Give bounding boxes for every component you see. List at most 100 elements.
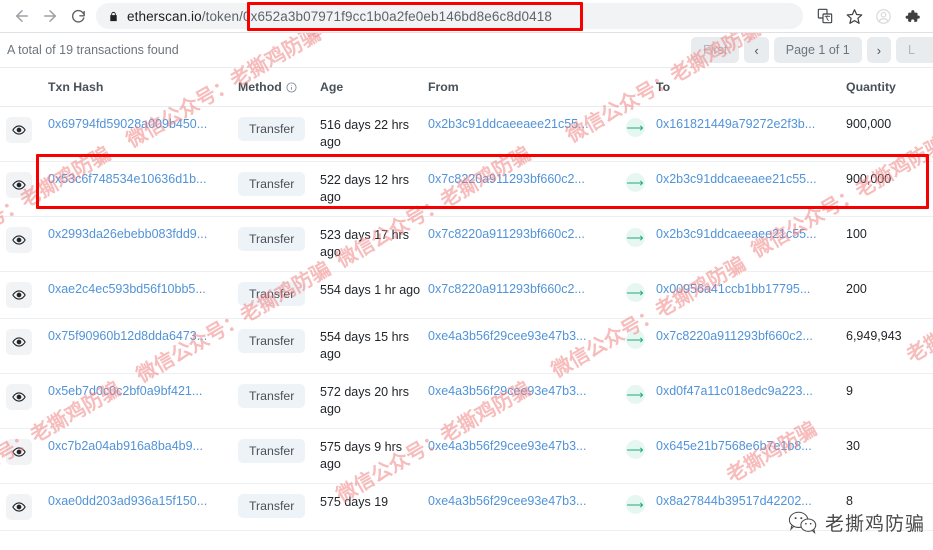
to-address-link[interactable]: 0x161821449a79272e2f3b...	[656, 117, 840, 131]
cell-eye	[0, 106, 48, 162]
cell-txn-hash: 0x69794fd59028a009b450...	[48, 106, 238, 162]
to-address-link[interactable]: 0x8a27844b39517d42202...	[656, 494, 840, 508]
from-address-link[interactable]: 0xe4a3b56f29cee93e47b3...	[428, 329, 614, 343]
back-button[interactable]	[8, 2, 36, 30]
browser-window: etherscan.io/token/0x652a3b07971f9cc1b0a…	[0, 0, 933, 550]
cell-txn-hash: 0x53c6f748534e10636d1b...	[48, 161, 238, 217]
cell-quantity: 900,000	[846, 161, 933, 217]
view-transaction-button[interactable]	[6, 117, 32, 143]
lock-icon	[108, 10, 119, 23]
cell-direction-arrow: ⟶	[620, 483, 656, 531]
cell-from: 0x2b3c91ddcaeeaee21c55...	[428, 106, 620, 162]
view-transaction-button[interactable]	[6, 282, 32, 308]
txn-hash-link[interactable]: 0xc7b2a04ab916a8ba4b9...	[48, 439, 232, 453]
cell-txn-hash: 0x75f90960b12d8dda6473...	[48, 318, 238, 374]
cell-txn-hash: 0x5eb7d0c0c2bf0a9bf421...	[48, 373, 238, 429]
to-address-link[interactable]: 0x7c8220a911293bf660c2...	[656, 329, 840, 343]
txn-hash-link[interactable]: 0x2993da26ebebb083fdd9...	[48, 227, 232, 241]
pagination-next-button[interactable]: ›	[866, 37, 892, 63]
pagination: First ‹ Page 1 of 1 › L	[691, 37, 933, 63]
cell-to: 0x00956a41ccb1bb17795...	[656, 271, 846, 319]
from-address-link[interactable]: 0x7c8220a911293bf660c2...	[428, 227, 614, 241]
cell-to: 0x2b3c91ddcaeeaee21c55...	[656, 216, 846, 272]
view-transaction-button[interactable]	[6, 439, 32, 465]
header-method-label: Method	[238, 80, 282, 94]
txn-hash-link[interactable]: 0xae2c4ec593bd56f10bb5...	[48, 282, 232, 296]
to-address-link[interactable]: 0x2b3c91ddcaeeaee21c55...	[656, 227, 840, 241]
table-row: 0xc7b2a04ab916a8ba4b9... Transfer 575 days…	[0, 428, 933, 484]
table-header-row: Txn Hash Method Age From To Quantity	[0, 67, 933, 107]
view-transaction-button[interactable]	[6, 494, 32, 520]
from-address-link[interactable]: 0xe4a3b56f29cee93e47b3...	[428, 439, 614, 453]
forward-button[interactable]	[36, 2, 64, 30]
arrow-right-icon	[44, 10, 56, 22]
arrow-left-icon	[16, 10, 28, 22]
header-eye	[0, 67, 48, 107]
table-toolbar: A total of 19 transactions found First ‹…	[0, 33, 933, 67]
header-from: From	[428, 67, 620, 107]
cell-eye	[0, 428, 48, 484]
from-address-link[interactable]: 0xe4a3b56f29cee93e47b3...	[428, 384, 614, 398]
pagination-last-button[interactable]: L	[896, 37, 933, 63]
cell-method: Transfer	[238, 216, 320, 272]
from-address-link[interactable]: 0x7c8220a911293bf660c2...	[428, 282, 614, 296]
cell-eye	[0, 318, 48, 374]
method-badge: Transfer	[238, 384, 306, 408]
eye-icon	[12, 337, 26, 347]
to-address-link[interactable]: 0xd0f47a11c018edc9a223...	[656, 384, 840, 398]
eye-icon	[12, 180, 26, 190]
header-txn-hash: Txn Hash	[48, 67, 238, 107]
view-transaction-button[interactable]	[6, 329, 32, 355]
cell-age: 575 days 19	[320, 483, 428, 531]
cell-from: 0xe4a3b56f29cee93e47b3...	[428, 318, 620, 374]
txn-hash-link[interactable]: 0x5eb7d0c0c2bf0a9bf421...	[48, 384, 232, 398]
cell-to: 0x7c8220a911293bf660c2...	[656, 318, 846, 374]
pagination-prev-button[interactable]: ‹	[744, 37, 769, 63]
cell-quantity: 9	[846, 373, 933, 429]
from-address-link[interactable]: 0xe4a3b56f29cee93e47b3...	[428, 494, 614, 508]
eye-icon	[12, 290, 26, 300]
pagination-first-button[interactable]: First	[691, 37, 740, 63]
cell-from: 0x7c8220a911293bf660c2...	[428, 271, 620, 319]
header-arrow	[620, 67, 656, 107]
header-method: Method	[238, 67, 320, 107]
table-row: 0xae2c4ec593bd56f10bb5... Transfer 554 day…	[0, 271, 933, 319]
cell-to: 0xd0f47a11c018edc9a223...	[656, 373, 846, 429]
view-transaction-button[interactable]	[6, 172, 32, 198]
txn-hash-link[interactable]: 0xae0dd203ad936a15f150...	[48, 494, 232, 508]
cell-eye	[0, 271, 48, 319]
url-domain: etherscan.io	[127, 8, 202, 24]
txn-hash-link[interactable]: 0x53c6f748534e10636d1b...	[48, 172, 232, 186]
translate-button[interactable]	[812, 3, 838, 29]
extensions-button[interactable]	[899, 3, 925, 29]
cell-to: 0x645e21b7568e6b7e1b8...	[656, 428, 846, 484]
eye-icon	[12, 447, 26, 457]
cell-direction-arrow: ⟶	[620, 271, 656, 319]
from-address-link[interactable]: 0x2b3c91ddcaeeaee21c55...	[428, 117, 614, 131]
reload-button[interactable]	[64, 2, 92, 30]
from-address-link[interactable]: 0x7c8220a911293bf660c2...	[428, 172, 614, 186]
bookmark-button[interactable]	[841, 3, 867, 29]
address-bar[interactable]: etherscan.io/token/0x652a3b07971f9cc1b0a…	[96, 3, 803, 29]
cell-age: 575 days 9 hrs ago	[320, 428, 428, 484]
method-badge: Transfer	[238, 329, 306, 353]
cell-txn-hash: 0xc7b2a04ab916a8ba4b9...	[48, 428, 238, 484]
txn-hash-link[interactable]: 0x69794fd59028a009b450...	[48, 117, 232, 131]
view-transaction-button[interactable]	[6, 384, 32, 410]
cell-age: 572 days 20 hrs ago	[320, 373, 428, 429]
profile-button[interactable]	[870, 3, 896, 29]
etherscan-page: A total of 19 transactions found First ‹…	[0, 33, 933, 550]
browser-toolbar: etherscan.io/token/0x652a3b07971f9cc1b0a…	[0, 0, 933, 33]
to-address-link[interactable]: 0x2b3c91ddcaeeaee21c55...	[656, 172, 840, 186]
arrow-right-circle-icon: ⟶	[625, 495, 645, 514]
cell-eye	[0, 161, 48, 217]
header-age[interactable]: Age	[320, 67, 428, 107]
view-transaction-button[interactable]	[6, 227, 32, 253]
method-badge: Transfer	[238, 439, 306, 463]
cell-quantity: 200	[846, 271, 933, 319]
cell-age: 554 days 15 hrs ago	[320, 318, 428, 374]
to-address-link[interactable]: 0x645e21b7568e6b7e1b8...	[656, 439, 840, 453]
txn-hash-link[interactable]: 0x75f90960b12d8dda6473...	[48, 329, 232, 343]
to-address-link[interactable]: 0x00956a41ccb1bb17795...	[656, 282, 840, 296]
info-icon[interactable]	[286, 81, 297, 93]
